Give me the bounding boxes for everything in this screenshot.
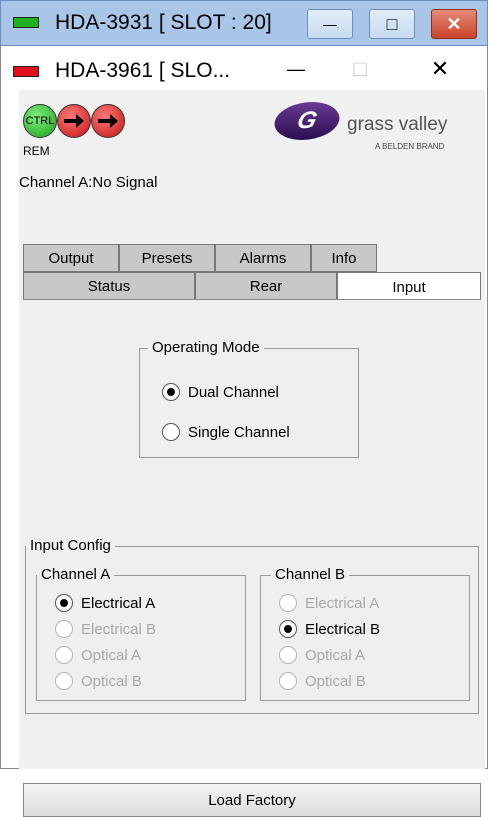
- ctrl-label: CTRL: [25, 115, 55, 127]
- radio-button-icon: [55, 620, 73, 638]
- operating-mode-legend: Operating Mode: [148, 339, 264, 356]
- device-header: CTRL REM G grass valley A BELDEN BRAND: [19, 90, 485, 168]
- radio-button-icon: [55, 594, 73, 612]
- dual-channel-radio[interactable]: Dual Channel: [162, 383, 279, 401]
- channel-b-electrical-b-radio[interactable]: Electrical B: [279, 620, 380, 638]
- tab-presets[interactable]: Presets: [119, 244, 215, 272]
- channel-a-optical-a-radio[interactable]: Optical A: [55, 646, 141, 664]
- channel-b-optical-b-radio[interactable]: Optical B: [279, 672, 366, 690]
- radio-label: Optical A: [81, 646, 142, 664]
- back-maximize-button[interactable]: □: [369, 9, 415, 39]
- channel-b-group: Channel B Electrical A Electrical B Opti…: [260, 566, 470, 701]
- tab-status[interactable]: Status: [23, 272, 195, 300]
- front-minimize-button[interactable]: —: [273, 52, 319, 86]
- device-panel: CTRL REM G grass valley A BELDEN BRAND C…: [19, 90, 485, 817]
- back-window-titlebar[interactable]: HDA-3931 [ SLOT : 20] — □ ✕: [0, 0, 488, 46]
- radio-label: Optical B: [305, 672, 366, 690]
- radio-button-icon: [162, 383, 180, 401]
- rem-label: REM: [23, 144, 50, 158]
- radio-label: Electrical B: [305, 620, 381, 638]
- tab-label: Status: [87, 277, 131, 295]
- tab-label: Presets: [141, 249, 193, 267]
- minimize-icon: —: [323, 16, 337, 32]
- tab-label: Alarms: [239, 249, 287, 267]
- tab-label: Input: [392, 279, 426, 296]
- logo-subtext: A BELDEN BRAND: [375, 142, 445, 151]
- arrow-led-icon: [91, 104, 125, 138]
- channel-b-optical-a-radio[interactable]: Optical A: [279, 646, 365, 664]
- radio-button-icon: [55, 646, 73, 664]
- channel-a-electrical-a-radio[interactable]: Electrical A: [55, 594, 155, 612]
- grass-valley-logo-icon: G: [269, 102, 345, 140]
- back-close-button[interactable]: ✕: [431, 9, 477, 39]
- maximize-icon: □: [353, 56, 367, 81]
- tab-label: Rear: [249, 277, 283, 295]
- radio-button-icon: [55, 672, 73, 690]
- front-maximize-button[interactable]: □: [337, 52, 383, 86]
- tab-label: Output: [48, 249, 94, 267]
- radio-button-icon: [279, 646, 297, 664]
- channel-a-electrical-b-radio[interactable]: Electrical B: [55, 620, 156, 638]
- radio-label: Electrical B: [81, 620, 157, 638]
- channel-a-group: Channel A Electrical A Electrical B Opti…: [36, 566, 246, 701]
- load-factory-button[interactable]: Load Factory: [23, 783, 481, 817]
- radio-button-icon: [279, 672, 297, 690]
- radio-label: Optical B: [81, 672, 142, 690]
- status-led-icon: [13, 66, 39, 77]
- load-factory-label: Load Factory: [208, 791, 296, 809]
- minimize-icon: —: [287, 58, 305, 79]
- close-icon: ✕: [446, 13, 462, 34]
- back-window-title: HDA-3931 [ SLOT : 20]: [55, 11, 272, 34]
- channel-a-optical-b-radio[interactable]: Optical B: [55, 672, 142, 690]
- back-minimize-button[interactable]: —: [307, 9, 353, 39]
- arrow-led-icon: [57, 104, 91, 138]
- input-config-group: Input Config Channel A Electrical A Elec…: [25, 537, 479, 714]
- radio-button-icon: [162, 423, 180, 441]
- tab-input[interactable]: Input: [337, 272, 481, 302]
- tab-info[interactable]: Info: [311, 244, 377, 272]
- channel-a-legend: Channel A: [37, 566, 115, 583]
- tab-label: Info: [331, 249, 357, 267]
- channel-b-electrical-a-radio[interactable]: Electrical A: [279, 594, 379, 612]
- channel-b-legend: Channel B: [271, 566, 350, 583]
- radio-button-icon: [279, 620, 297, 638]
- radio-label: Optical A: [305, 646, 366, 664]
- radio-label: Single Channel: [188, 423, 290, 441]
- close-icon: ✕: [430, 56, 450, 81]
- front-close-button[interactable]: ✕: [417, 52, 463, 86]
- status-led-icon: [13, 17, 39, 28]
- operating-mode-group: Operating Mode Dual Channel Single Chann…: [139, 339, 359, 458]
- ctrl-led-icon: CTRL: [23, 104, 57, 138]
- logo-text: grass valley: [347, 114, 448, 135]
- radio-label: Dual Channel: [188, 383, 279, 401]
- front-window-title: HDA-3961 [ SLO...: [55, 59, 231, 82]
- input-config-legend: Input Config: [26, 537, 115, 554]
- radio-label: Electrical A: [305, 594, 380, 612]
- tab-output[interactable]: Output: [23, 244, 119, 272]
- radio-label: Electrical A: [81, 594, 156, 612]
- radio-button-icon: [279, 594, 297, 612]
- front-window: HDA-3961 [ SLO... — □ ✕ CTRL REM G grass…: [0, 46, 488, 817]
- single-channel-radio[interactable]: Single Channel: [162, 423, 290, 441]
- channel-status: Channel A:No Signal: [19, 174, 158, 191]
- tab-rear[interactable]: Rear: [195, 272, 337, 300]
- maximize-icon: □: [386, 13, 398, 34]
- input-tab-panel: Operating Mode Dual Channel Single Chann…: [23, 299, 481, 761]
- tab-alarms[interactable]: Alarms: [215, 244, 311, 272]
